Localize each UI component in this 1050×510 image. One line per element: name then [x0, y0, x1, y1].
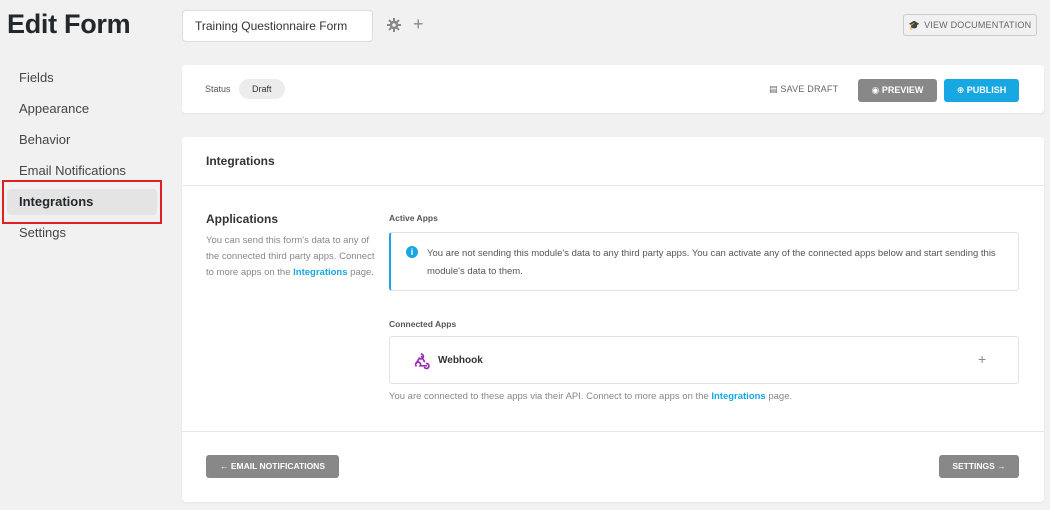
active-apps-label: Active Apps	[389, 213, 438, 223]
sidebar-item-integrations[interactable]: Integrations	[0, 186, 170, 217]
next-settings-button[interactable]: SETTINGS →	[939, 455, 1019, 478]
webhook-icon	[412, 351, 431, 370]
add-app-icon[interactable]: +	[978, 351, 986, 367]
back-email-notifications-button[interactable]: ← EMAIL NOTIFICATIONS	[206, 455, 339, 478]
integrations-link[interactable]: Integrations	[293, 267, 347, 278]
publish-button[interactable]: ⊕ PUBLISH	[944, 79, 1019, 102]
globe-icon: ⊕	[956, 85, 965, 95]
notice-text: You are not sending this module's data t…	[427, 248, 996, 277]
save-icon: ▤	[769, 84, 778, 94]
add-form-icon[interactable]: +	[413, 13, 424, 35]
publish-label: PUBLISH	[966, 85, 1007, 95]
sidebar-item-settings[interactable]: Settings	[0, 217, 170, 248]
integrations-card: Integrations Applications You can send t…	[182, 137, 1044, 502]
view-documentation-button[interactable]: 🎓 VIEW DOCUMENTATION	[903, 14, 1037, 36]
connected-app-row[interactable]: Webhook +	[389, 336, 1019, 384]
sidebar-item-email-notifications[interactable]: Email Notifications	[0, 155, 170, 186]
status-bar: Status Draft ▤ SAVE DRAFT ◉ PREVIEW ⊕ PU…	[182, 65, 1044, 113]
connected-apps-label: Connected Apps	[389, 319, 457, 329]
preview-label: PREVIEW	[881, 85, 924, 95]
info-icon: i	[406, 246, 418, 258]
save-draft-label: SAVE DRAFT	[780, 84, 839, 94]
preview-button[interactable]: ◉ PREVIEW	[858, 79, 937, 102]
integrations-page-link[interactable]: Integrations	[711, 391, 765, 402]
gear-icon[interactable]	[386, 17, 402, 33]
page-title: Edit Form	[7, 9, 131, 39]
info-notice: i You are not sending this module's data…	[389, 232, 1019, 291]
save-draft-button[interactable]: ▤ SAVE DRAFT	[769, 84, 838, 95]
api-text-suffix: page.	[765, 391, 793, 402]
webhook-name: Webhook	[438, 355, 483, 366]
api-text: You are connected to these apps via thei…	[389, 391, 712, 402]
sidebar-nav: Fields Appearance Behavior Email Notific…	[0, 62, 170, 248]
sidebar-item-behavior[interactable]: Behavior	[0, 124, 170, 155]
sidebar-item-fields[interactable]: Fields	[0, 62, 170, 93]
graduation-cap-icon: 🎓	[908, 20, 921, 30]
view-documentation-label: VIEW DOCUMENTATION	[924, 20, 1032, 30]
applications-desc-suffix: page.	[347, 267, 374, 278]
form-name-input[interactable]: Training Questionnaire Form	[182, 10, 373, 42]
applications-description: You can send this form's data to any of …	[206, 233, 376, 281]
section-header: Integrations	[182, 137, 1044, 186]
status-label: Status	[205, 84, 231, 94]
sidebar-item-appearance[interactable]: Appearance	[0, 93, 170, 124]
status-badge: Draft	[239, 79, 285, 99]
api-connection-text: You are connected to these apps via thei…	[389, 391, 792, 402]
eye-icon: ◉	[871, 85, 880, 95]
footer-divider	[182, 431, 1044, 432]
applications-title: Applications	[206, 212, 279, 226]
